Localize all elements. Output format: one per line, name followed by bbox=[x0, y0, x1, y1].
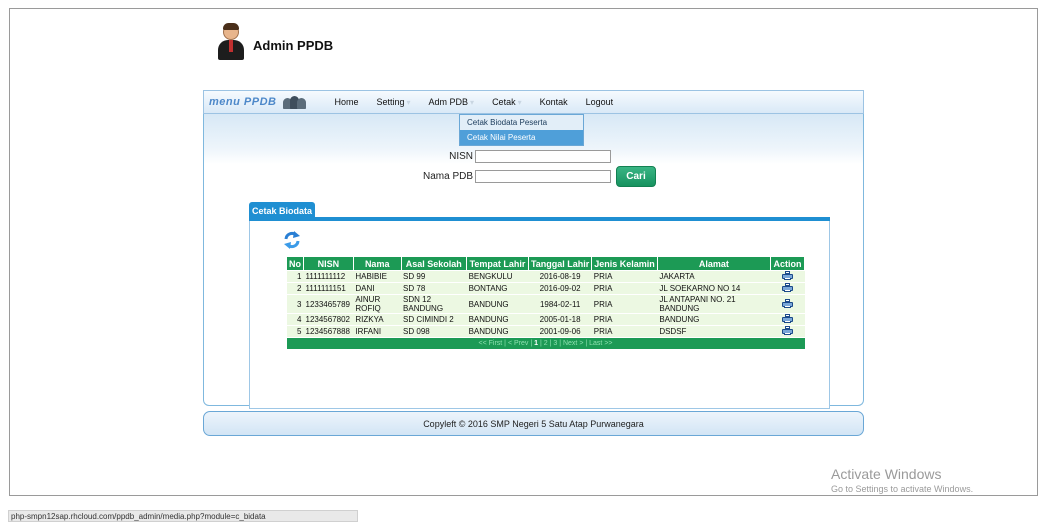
activate-windows-watermark: Activate Windows Go to Settings to activ… bbox=[831, 466, 973, 494]
refresh-icon[interactable] bbox=[282, 230, 302, 250]
menu-item-cetak-nilai[interactable]: Cetak Nilai Peserta bbox=[460, 130, 583, 145]
col-jenis-kelamin: Jenis Kelamin bbox=[591, 256, 658, 271]
nav-item-home[interactable]: Home bbox=[325, 97, 367, 107]
col-nama: Nama bbox=[352, 256, 402, 271]
nisn-input[interactable] bbox=[475, 150, 611, 163]
nav-item-kontak[interactable]: Kontak bbox=[531, 97, 577, 107]
col-action: Action bbox=[770, 256, 805, 271]
table-row: 5 1234567888 IRFANI SD 098 BANDUNG 2001-… bbox=[286, 325, 805, 338]
col-tanggal-lahir: Tanggal Lahir bbox=[527, 256, 593, 271]
pager-page-2[interactable]: 2 bbox=[544, 340, 548, 347]
nav-item-cetak[interactable]: Cetak bbox=[483, 97, 531, 107]
pager-last-link[interactable]: Last >> bbox=[589, 340, 612, 347]
nav-item-setting[interactable]: Setting bbox=[367, 97, 419, 107]
table-row: 2 1111111151 DANI SD 78 BONTANG 2016-09-… bbox=[286, 282, 805, 295]
print-icon[interactable] bbox=[782, 283, 794, 292]
print-icon[interactable] bbox=[782, 326, 794, 335]
table-row: 1 1111111112 HABIBIE SD 99 BENGKULU 2016… bbox=[286, 270, 805, 283]
nama-pdb-label: Nama PDB bbox=[422, 171, 473, 182]
nisn-row: NISN bbox=[385, 150, 611, 163]
admin-avatar-icon bbox=[216, 22, 246, 62]
col-tempat-lahir: Tempat Lahir bbox=[466, 256, 529, 271]
nama-pdb-input[interactable] bbox=[475, 170, 611, 183]
page-title: Admin PPDB bbox=[253, 37, 334, 53]
watermark-title: Activate Windows bbox=[831, 466, 942, 482]
brand-logo: menu PPDB bbox=[209, 96, 277, 108]
main-navbar: menu PPDB Home Setting Adm PDB Cetak Kon… bbox=[203, 90, 864, 114]
cari-button[interactable]: Cari bbox=[616, 166, 656, 187]
print-icon[interactable] bbox=[782, 271, 794, 280]
col-alamat: Alamat bbox=[656, 256, 772, 271]
nav-item-logout[interactable]: Logout bbox=[577, 97, 623, 107]
table-row: 3 1233465789 AINUR ROFIQ SDN 12 BANDUNG … bbox=[286, 294, 805, 314]
menu-item-cetak-biodata[interactable]: Cetak Biodata Peserta bbox=[460, 115, 583, 130]
browser-status-url: php-smpn12sap.rhcloud.com/ppdb_admin/med… bbox=[8, 510, 358, 522]
watermark-subtitle: Go to Settings to activate Windows. bbox=[831, 484, 974, 494]
col-no: No bbox=[286, 256, 304, 271]
pager-page-1[interactable]: 1 bbox=[534, 340, 538, 347]
biodata-table: No NISN Nama Asal Sekolah Tempat Lahir T… bbox=[286, 256, 805, 350]
pager-page-3[interactable]: 3 bbox=[553, 340, 557, 347]
col-asal-sekolah: Asal Sekolah bbox=[400, 256, 468, 271]
nama-row: Nama PDB bbox=[385, 170, 611, 183]
pager-prev-link[interactable]: < Prev bbox=[508, 340, 528, 347]
table-row: 4 1234567802 RIZKYA SD CIMINDI 2 BANDUNG… bbox=[286, 313, 805, 326]
pager-next-link[interactable]: Next > bbox=[563, 340, 583, 347]
nav-item-adm-pdb[interactable]: Adm PDB bbox=[420, 97, 484, 107]
nisn-label: NISN bbox=[449, 151, 473, 162]
page-footer: Copyleft © 2016 SMP Negeri 5 Satu Atap P… bbox=[203, 411, 864, 436]
print-icon[interactable] bbox=[782, 298, 794, 308]
app-header: Admin PPDB bbox=[216, 20, 333, 64]
cetak-dropdown-menu: Cetak Biodata Peserta Cetak Nilai Pesert… bbox=[459, 114, 584, 146]
table-header-row: No NISN Nama Asal Sekolah Tempat Lahir T… bbox=[286, 256, 805, 271]
print-icon[interactable] bbox=[782, 314, 794, 323]
pager-first-link[interactable]: << First bbox=[479, 340, 503, 347]
col-nisn: NISN bbox=[303, 256, 354, 271]
pagination-row: << First | < Prev | 1 | 2 | 3 | Next > |… bbox=[286, 337, 805, 350]
footer-copyright: Copyleft © 2016 SMP Negeri 5 Satu Atap P… bbox=[423, 418, 644, 429]
users-icon bbox=[283, 95, 307, 109]
